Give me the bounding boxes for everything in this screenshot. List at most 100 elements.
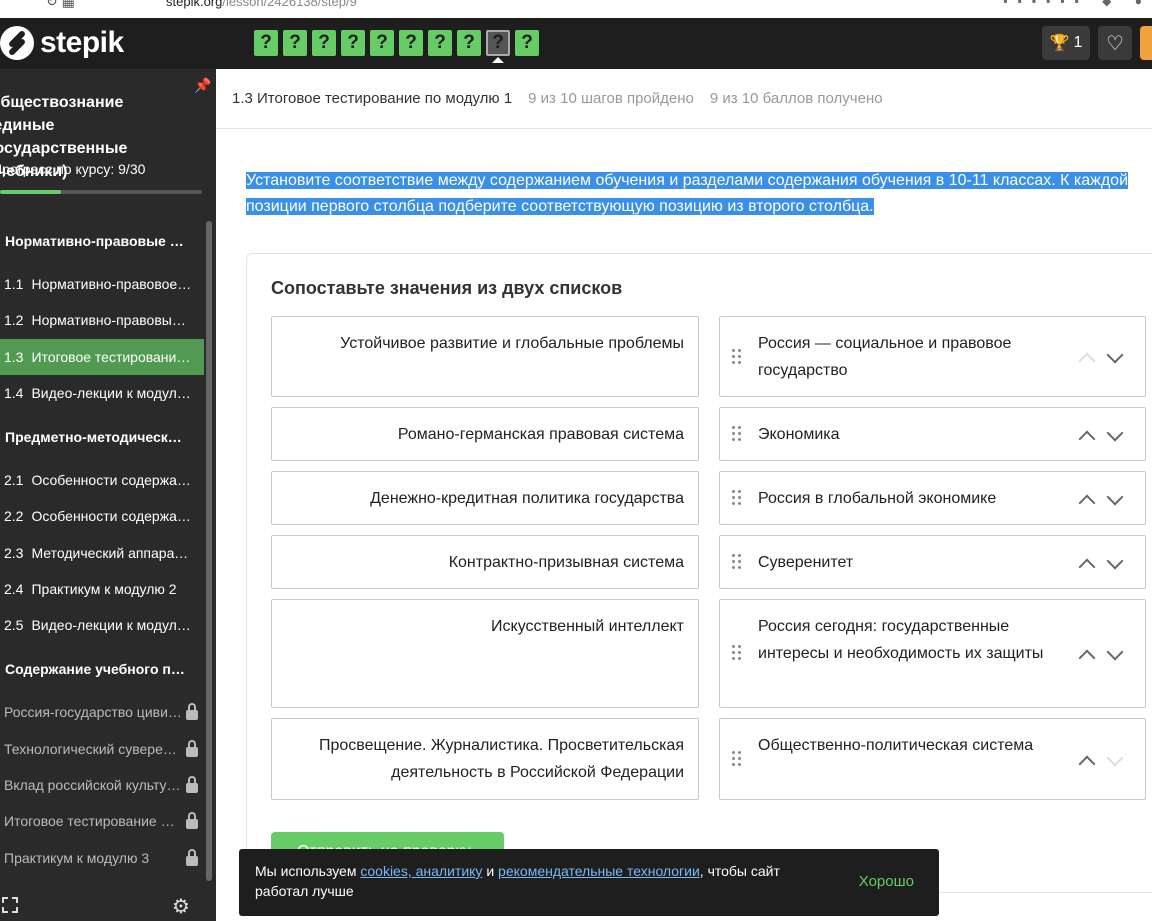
sidebar-item-label: Нормативно-правовое … <box>31 276 192 292</box>
gear-icon[interactable]: ⚙ <box>172 894 190 919</box>
sidebar-item-label: Видео-лекции к модул… <box>31 385 191 401</box>
sidebar-item-1-3[interactable]: 1.3 Итоговое тестировани… <box>0 339 204 375</box>
sidebar-item-locked[interactable]: Вклад российской культу… <box>0 767 204 803</box>
sidebar-section-2[interactable]: Предметно-методическ… <box>5 429 195 445</box>
right-item[interactable]: Россия в глобальной экономике <box>719 471 1146 525</box>
sidebar-item-locked[interactable]: Итоговое тестирование п… <box>0 803 204 839</box>
chevron-up-icon[interactable] <box>1078 494 1096 512</box>
sidebar-item-num: 2.5 <box>4 617 24 633</box>
sidebar-item-label: Россия-государство циви… <box>4 704 182 720</box>
cookies-analytics-link[interactable]: cookies, аналитику <box>360 863 482 879</box>
sidebar-item-label: Методический аппарат… <box>31 545 192 561</box>
sidebar-item-locked[interactable]: Россия-государство циви… <box>0 694 204 730</box>
sidebar-item-label: Вклад российской культу… <box>4 777 181 793</box>
browser-toolbar: ↻ ▦ stepik.org/lesson/2426138/step/9 ▪▪▪… <box>0 0 1152 18</box>
drag-handle-icon[interactable] <box>732 751 742 769</box>
wishlist-button[interactable]: ♡ <box>1098 26 1132 60</box>
sidebar-item-2-1[interactable]: 2.1 Особенности содержа… <box>0 462 204 498</box>
left-item: Контрактно-призывная система <box>271 535 699 589</box>
trophy-icon: 🏆 <box>1049 35 1070 52</box>
sidebar-item-2-2[interactable]: 2.2 Особенности содержа… <box>0 498 204 534</box>
sidebar-item-num: 1.4 <box>4 385 24 401</box>
profile-button[interactable] <box>1140 26 1152 60</box>
stepik-logo[interactable]: stepik <box>0 25 124 61</box>
step-marker[interactable]: ? <box>283 30 307 56</box>
matching-quiz: Сопоставьте значения из двух списков Уст… <box>246 253 1152 893</box>
left-item: Искусственный интеллект <box>271 599 699 708</box>
sidebar-item-locked[interactable]: Практикум к модулю 3 <box>0 840 204 876</box>
chevron-down-icon[interactable] <box>1106 552 1124 570</box>
cookie-ok-button[interactable]: Хорошо <box>859 872 914 892</box>
sidebar-item-1-2[interactable]: 1.2 Нормативно-правовые… <box>0 302 204 338</box>
address-bar[interactable]: stepik.org/lesson/2426138/step/9 <box>166 0 357 9</box>
right-item[interactable]: Экономика <box>719 407 1146 461</box>
chevron-down-icon[interactable] <box>1106 643 1124 661</box>
lesson-score: 9 из 10 баллов получено <box>709 90 883 107</box>
recommendation-tech-link[interactable]: рекомендательные технологии <box>498 863 700 879</box>
browser-extension-icons[interactable]: ▪▪▪▪▪▪ ◆ ● <box>1003 0 1152 8</box>
chevron-up-icon[interactable] <box>1078 649 1096 667</box>
right-item-label: Россия — социальное и правовое государст… <box>758 335 1012 379</box>
cookie-text: Мы используем <box>255 863 361 879</box>
left-item: Устойчивое развитие и глобальные проблем… <box>271 316 699 397</box>
reorder-arrows <box>1077 643 1129 667</box>
drag-handle-icon[interactable] <box>732 349 742 367</box>
right-item[interactable]: Россия — социальное и правовое государст… <box>719 316 1146 397</box>
step-marker[interactable]: ? <box>399 30 423 56</box>
step-marker[interactable]: ? <box>341 30 365 56</box>
lock-icon <box>186 775 198 793</box>
chevron-down-icon[interactable] <box>1106 424 1124 442</box>
reorder-arrows <box>1077 749 1129 773</box>
sidebar-item-2-3[interactable]: 2.3 Методический аппарат… <box>0 535 204 571</box>
sidebar-item-2-5[interactable]: 2.5 Видео-лекции к модул… <box>0 607 204 643</box>
right-item[interactable]: Суверенитет <box>719 535 1146 589</box>
sidebar-scrollbar[interactable] <box>206 221 212 881</box>
right-item[interactable]: Россия сегодня: государственные интересы… <box>719 599 1146 708</box>
top-actions: 🏆 1 ♡ <box>1042 26 1152 60</box>
sidebar-item-1-4[interactable]: 1.4 Видео-лекции к модул… <box>0 375 204 411</box>
right-item-label: Общественно-политическая система <box>758 737 1034 754</box>
chevron-down-icon[interactable] <box>1106 488 1124 506</box>
step-marker[interactable]: ? <box>312 30 336 56</box>
chevron-up-icon[interactable] <box>1078 558 1096 576</box>
sidebar-footer: ⚙ <box>0 894 216 919</box>
step-marker[interactable]: ? <box>370 30 394 56</box>
step-marker[interactable]: ? <box>428 30 452 56</box>
cookie-text: и <box>482 863 499 879</box>
browser-nav-icons[interactable]: ↻ ▦ <box>46 0 75 10</box>
fullscreen-icon[interactable] <box>2 897 18 913</box>
chevron-up-icon[interactable] <box>1078 352 1096 370</box>
cookie-banner: Мы используем cookies, аналитику и реком… <box>239 849 939 916</box>
course-progress-bar <box>0 190 202 194</box>
chevron-down-icon[interactable] <box>1106 749 1124 767</box>
chevron-up-icon[interactable] <box>1078 755 1096 773</box>
sidebar-item-2-4[interactable]: 2.4 Практикум к модулю 2 <box>0 571 204 607</box>
drag-handle-icon[interactable] <box>732 426 742 444</box>
drag-handle-icon[interactable] <box>732 554 742 572</box>
course-progress-fill <box>0 190 61 194</box>
step-marker[interactable]: ? <box>486 30 510 63</box>
sidebar-item-1-1[interactable]: 1.1 Нормативно-правовое … <box>0 266 204 302</box>
sidebar-section-3[interactable]: Содержание учебного п… <box>5 661 195 677</box>
pin-icon[interactable]: 📌 <box>194 77 211 94</box>
lock-icon <box>186 702 198 720</box>
step-marker[interactable]: ? <box>457 30 481 56</box>
sidebar-item-label: Нормативно-правовые… <box>31 312 192 328</box>
sidebar-item-locked[interactable]: Технологический суверен… <box>0 731 204 767</box>
sidebar-item-num: 2.4 <box>4 581 24 597</box>
sidebar-section-1[interactable]: Нормативно-правовые … <box>5 233 195 249</box>
sidebar-item-num: 2.1 <box>4 472 24 488</box>
drag-handle-icon[interactable] <box>732 645 742 663</box>
sidebar-item-label: Итоговое тестировани… <box>31 349 191 365</box>
notifications-button[interactable]: 🏆 1 <box>1042 26 1090 60</box>
url-path: /lesson/2426138/step/9 <box>222 0 357 9</box>
step-marker[interactable]: ? <box>254 30 278 56</box>
chevron-down-icon[interactable] <box>1106 346 1124 364</box>
drag-handle-icon[interactable] <box>732 490 742 508</box>
step-marker[interactable]: ? <box>515 30 539 56</box>
sidebar-item-label: Технологический суверен… <box>4 741 182 757</box>
chevron-up-icon[interactable] <box>1078 430 1096 448</box>
sidebar-item-label: Практикум к модулю 3 <box>4 850 150 866</box>
right-item[interactable]: Общественно-политическая система <box>719 718 1146 800</box>
lesson-steps-done: 9 из 10 шагов пройдено <box>528 90 694 107</box>
